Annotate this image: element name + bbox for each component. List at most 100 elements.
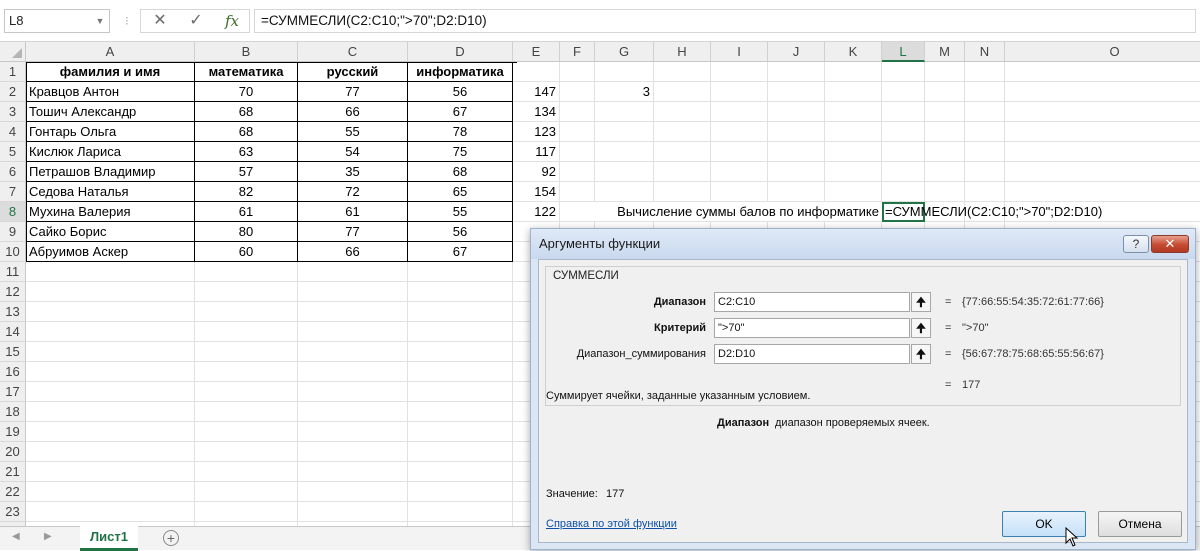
table-cell[interactable]: 68 [195, 122, 298, 142]
grid-cell[interactable] [925, 162, 965, 182]
grid-cell[interactable] [408, 302, 513, 322]
grid-cell[interactable] [298, 462, 408, 482]
grid-cell[interactable] [882, 182, 925, 202]
column-header[interactable]: G [595, 42, 654, 62]
grid-cell[interactable] [408, 502, 513, 522]
table-cell[interactable]: 75 [408, 142, 513, 162]
table-cell[interactable]: 61 [195, 202, 298, 222]
insert-function-icon[interactable]: fx [215, 10, 249, 32]
grid-cell[interactable] [711, 102, 768, 122]
table-cell[interactable]: Кравцов Антон [26, 82, 195, 102]
grid-cell[interactable] [654, 182, 711, 202]
grid-cell[interactable] [26, 382, 195, 402]
grid-cell[interactable] [195, 322, 298, 342]
row-header[interactable]: 11 [0, 262, 26, 282]
grid-cell[interactable] [595, 62, 654, 82]
grid-cell[interactable] [26, 282, 195, 302]
row-header[interactable]: 13 [0, 302, 26, 322]
grid-cell[interactable] [654, 122, 711, 142]
grid-cell[interactable] [195, 342, 298, 362]
table-cell[interactable]: 66 [298, 102, 408, 122]
grid-cell[interactable] [26, 462, 195, 482]
row-header[interactable]: 23 [0, 502, 26, 522]
grid-cell[interactable] [408, 482, 513, 502]
grid-cell[interactable] [298, 362, 408, 382]
table-cell[interactable]: 67 [408, 102, 513, 122]
grid-cell[interactable] [768, 122, 825, 142]
grid-cell[interactable] [768, 62, 825, 82]
grid-cell[interactable] [965, 162, 1005, 182]
column-header[interactable]: M [925, 42, 965, 62]
grid-cell[interactable] [1005, 162, 1200, 182]
table-cell[interactable]: 63 [195, 142, 298, 162]
grid-cell[interactable] [768, 82, 825, 102]
table-cell[interactable]: 56 [408, 82, 513, 102]
grid-cell[interactable] [408, 382, 513, 402]
column-header[interactable]: J [768, 42, 825, 62]
cancel-button[interactable]: Отмена [1098, 511, 1182, 537]
table-cell[interactable]: 78 [408, 122, 513, 142]
grid-cell[interactable] [195, 462, 298, 482]
table-cell[interactable]: 56 [408, 222, 513, 242]
grid-cell[interactable] [711, 162, 768, 182]
grid-cell[interactable] [195, 302, 298, 322]
grid-cell[interactable] [1005, 142, 1200, 162]
grid-cell[interactable] [408, 402, 513, 422]
column-header[interactable]: O [1005, 42, 1200, 62]
grid-cell[interactable] [408, 322, 513, 342]
grid-cell[interactable] [298, 282, 408, 302]
row-header[interactable]: 7 [0, 182, 26, 202]
table-cell[interactable]: Сайко Борис [26, 222, 195, 242]
grid-cell[interactable] [408, 262, 513, 282]
grid-cell[interactable] [925, 102, 965, 122]
grid-cell[interactable] [298, 302, 408, 322]
grid-cell[interactable] [595, 122, 654, 142]
table-cell[interactable]: 68 [195, 102, 298, 122]
grid-cell[interactable] [882, 102, 925, 122]
grid-cell[interactable] [965, 102, 1005, 122]
collapse-dialog-icon[interactable]: 🠉 [911, 318, 931, 338]
column-header[interactable]: E [513, 42, 560, 62]
grid-cell[interactable] [711, 142, 768, 162]
table-cell[interactable]: Кислюк Лариса [26, 142, 195, 162]
table-cell[interactable]: 60 [195, 242, 298, 262]
grid-cell[interactable] [513, 62, 560, 82]
grid-cell[interactable] [408, 282, 513, 302]
grid-cell[interactable] [595, 142, 654, 162]
row-header[interactable]: 17 [0, 382, 26, 402]
grid-cell[interactable] [654, 142, 711, 162]
column-header[interactable]: D [408, 42, 513, 62]
grid-cell[interactable] [560, 162, 595, 182]
check-icon[interactable]: ✓ [179, 10, 213, 32]
grid-cell[interactable] [298, 442, 408, 462]
table-cell[interactable]: 80 [195, 222, 298, 242]
grid-cell[interactable] [882, 142, 925, 162]
sum-cell[interactable]: 123 [513, 122, 560, 142]
grid-cell[interactable] [298, 482, 408, 502]
column-header[interactable]: F [560, 42, 595, 62]
grid-cell[interactable] [26, 502, 195, 522]
grid-cell[interactable] [965, 142, 1005, 162]
table-cell[interactable]: Петрашов Владимир [26, 162, 195, 182]
formula-input[interactable]: =СУММЕСЛИ(C2:C10;">70";D2:D10) [254, 9, 1196, 33]
grid-cell[interactable] [768, 162, 825, 182]
row-header[interactable]: 4 [0, 122, 26, 142]
row-header[interactable]: 9 [0, 222, 26, 242]
grid-cell[interactable] [654, 102, 711, 122]
row-header[interactable]: 3 [0, 102, 26, 122]
g2-cell[interactable]: 3 [595, 82, 654, 102]
row-header[interactable]: 1 [0, 62, 26, 82]
grid-cell[interactable] [1005, 102, 1200, 122]
grid-cell[interactable] [1005, 122, 1200, 142]
sum-cell[interactable]: 117 [513, 142, 560, 162]
row-header[interactable]: 21 [0, 462, 26, 482]
grid-cell[interactable] [560, 182, 595, 202]
table-cell[interactable]: 72 [298, 182, 408, 202]
sheet-tab[interactable]: Лист1 [80, 526, 138, 551]
table-cell[interactable]: 70 [195, 82, 298, 102]
grid-cell[interactable] [654, 162, 711, 182]
grid-cell[interactable] [711, 182, 768, 202]
grid-cell[interactable] [298, 502, 408, 522]
column-header[interactable]: A [26, 42, 195, 62]
table-cell[interactable]: 66 [298, 242, 408, 262]
